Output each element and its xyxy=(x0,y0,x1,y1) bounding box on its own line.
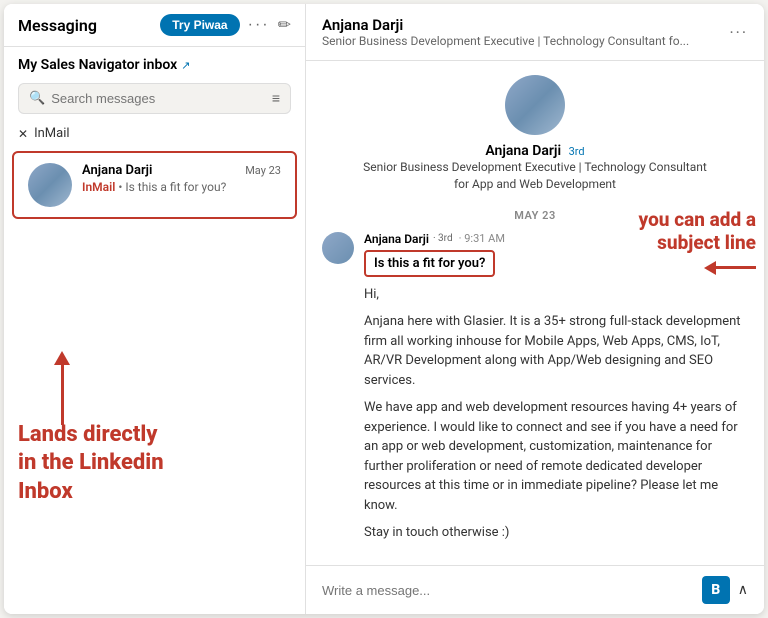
bubble-degree: · 3rd xyxy=(433,233,453,244)
message-item[interactable]: Anjana Darji May 23 InMail • Is this a f… xyxy=(12,151,297,219)
contact-subtitle: Senior Business Development Executive | … xyxy=(322,34,702,48)
search-bar: 🔍 ≡ xyxy=(18,83,291,114)
header-dots-button[interactable]: ··· xyxy=(248,16,270,34)
profile-title: Senior Business Development Executive | … xyxy=(360,159,710,193)
search-input[interactable] xyxy=(51,91,272,106)
left-annotation-area: Lands directlyin the LinkedinInbox xyxy=(4,361,305,615)
bold-icon: B xyxy=(711,582,720,598)
right-dots-button[interactable]: ··· xyxy=(729,23,748,42)
filter-icon[interactable]: ≡ xyxy=(272,90,280,107)
left-annotation-text: Lands directlyin the LinkedinInbox xyxy=(18,421,291,507)
arrow-line xyxy=(61,365,64,425)
bubble-sender-name: Anjana Darji xyxy=(364,232,429,246)
body-para1: Anjana here with Glasier. It is a 35+ st… xyxy=(364,312,748,390)
inbox-title: My Sales Navigator inbox xyxy=(18,57,177,73)
profile-degree: 3rd xyxy=(569,145,585,158)
chevron-up-icon[interactable]: ∧ xyxy=(738,582,748,598)
right-panel: Anjana Darji Senior Business Development… xyxy=(306,4,764,614)
profile-avatar xyxy=(505,75,565,135)
message-list: Anjana Darji May 23 InMail • Is this a f… xyxy=(4,147,305,361)
compose-button[interactable]: ✏ xyxy=(278,15,291,35)
message-preview: InMail • Is this a fit for you? xyxy=(82,180,281,194)
inmail-label: InMail xyxy=(34,126,69,141)
compose-actions: B ∧ xyxy=(702,576,748,604)
conversation-area: Anjana Darji 3rd Senior Business Develop… xyxy=(306,61,764,565)
external-link-icon[interactable]: ↗ xyxy=(181,59,190,72)
conversation-wrapper: Anjana Darji 3rd Senior Business Develop… xyxy=(306,61,764,565)
message-sender-name: Anjana Darji xyxy=(82,163,152,178)
bubble-time: · 9:31 AM xyxy=(459,232,505,245)
left-panel: Messaging Try Piwaa ··· ✏ My Sales Navig… xyxy=(4,4,306,614)
right-annotation: you can add asubject line xyxy=(639,209,757,275)
search-icon: 🔍 xyxy=(29,91,45,106)
right-arrow xyxy=(639,261,757,275)
inmail-tag: InMail xyxy=(82,180,115,194)
message-date: May 23 xyxy=(245,164,281,177)
subject-annotation-text: you can add asubject line xyxy=(639,209,757,255)
right-header: Anjana Darji Senior Business Development… xyxy=(306,4,764,61)
messaging-title: Messaging xyxy=(18,16,160,35)
dot-separator: • xyxy=(118,180,122,194)
subject-line-box: Is this a fit for you? xyxy=(364,250,495,277)
message-body: Hi, Anjana here with Glasier. It is a 35… xyxy=(364,285,748,543)
arrow-head xyxy=(54,351,70,365)
body-sign-off: Stay in touch otherwise :) xyxy=(364,523,748,543)
arrow-left-line xyxy=(716,266,756,269)
compose-icon: ✏ xyxy=(278,17,291,34)
right-header-info: Anjana Darji Senior Business Development… xyxy=(322,16,729,48)
contact-name: Anjana Darji xyxy=(322,16,729,34)
profile-name: Anjana Darji 3rd xyxy=(485,143,584,159)
left-header: Messaging Try Piwaa ··· ✏ xyxy=(4,4,305,47)
message-content: Anjana Darji May 23 InMail • Is this a f… xyxy=(82,163,281,194)
body-para2: We have app and web development resource… xyxy=(364,398,748,515)
bubble-avatar xyxy=(322,232,354,264)
contact-profile: Anjana Darji 3rd Senior Business Develop… xyxy=(322,75,748,193)
bubble-content: Anjana Darji · 3rd · 9:31 AM Is this a f… xyxy=(364,232,748,551)
avatar xyxy=(28,163,72,207)
message-bubble-row: Anjana Darji · 3rd · 9:31 AM Is this a f… xyxy=(322,232,748,551)
body-greeting: Hi, xyxy=(364,285,748,305)
arrow-left-head xyxy=(704,261,716,275)
preview-text: Is this a fit for you? xyxy=(125,180,226,194)
inbox-title-row: My Sales Navigator inbox ↗ xyxy=(4,47,305,79)
compose-area: B ∧ xyxy=(306,565,764,614)
bold-button[interactable]: B xyxy=(702,576,730,604)
compose-input[interactable] xyxy=(322,583,702,598)
message-name-row: Anjana Darji May 23 xyxy=(82,163,281,178)
try-piwaa-button[interactable]: Try Piwaa xyxy=(160,14,239,36)
close-icon[interactable]: ✕ xyxy=(18,127,28,141)
inmail-filter-row: ✕ InMail xyxy=(4,122,305,147)
upward-arrow xyxy=(54,351,70,425)
